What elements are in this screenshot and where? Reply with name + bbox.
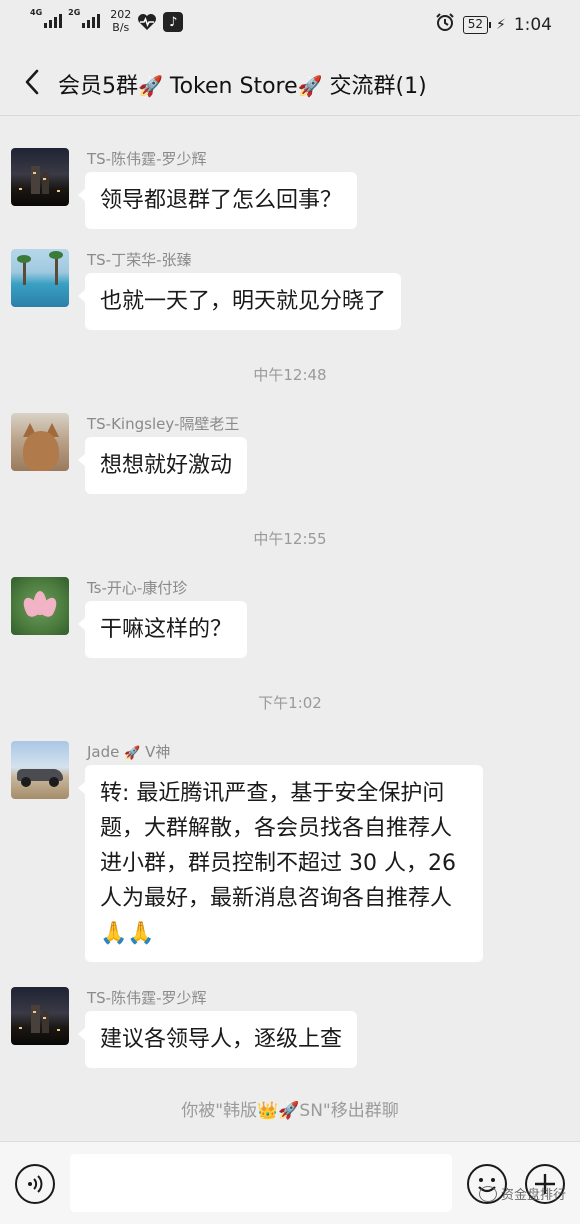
heart-pulse-icon [137,12,157,32]
avatar[interactable] [11,249,69,307]
avatar[interactable] [11,987,69,1045]
system-notice: 你被"韩版👑🚀SN"移出群聊 [181,1101,399,1121]
rocket-icon: 🚀 [124,746,141,761]
sender-name: TS-丁荣华-张臻 [87,251,192,269]
voice-icon [28,1175,43,1193]
signal-2g-icon: 2G [68,8,101,28]
chat-header: 会员5群🚀 Token Store🚀 交流群(1) [0,50,580,116]
message-bubble[interactable]: 想想就好激动 [77,437,248,494]
charging-icon: ⚡ [495,16,506,33]
rocket-icon: 🚀 [278,1101,300,1121]
message-item: TS-陈伟霆-罗少辉 领导都退群了怎么回事？ [11,148,358,229]
praying-hands-icon: 🙏🙏 [100,921,155,946]
watermark: 资金盘排行 [478,1184,566,1203]
avatar[interactable] [11,741,69,799]
sender-name: Jade 🚀 V神 [87,743,171,761]
voice-button[interactable] [15,1164,55,1204]
message-item: Ts-开心-康付珍 干嘛这样的？ [11,577,248,658]
status-right: 52 ⚡ 1:04 [435,12,552,37]
status-time: 1:04 [513,14,552,35]
rocket-icon: 🚀 [297,74,323,98]
timestamp: 下午1:02 [258,694,322,712]
message-item: Jade 🚀 V神 转: 最近腾讯严查，基于安全保护问题，大群解散，各会员找各自… [11,741,483,962]
sender-name: TS-陈伟霆-罗少辉 [87,150,207,168]
message-item: TS-丁荣华-张臻 也就一天了，明天就见分晓了 [11,249,402,330]
message-bubble[interactable]: 领导都退群了怎么回事？ [77,172,358,229]
message-item: TS-Kingsley-隔壁老王 想想就好激动 [11,413,248,494]
message-bubble[interactable]: 干嘛这样的？ [77,601,248,658]
timestamp: 中午12:55 [253,530,327,548]
timestamp: 中午12:48 [253,366,327,384]
message-bubble[interactable]: 建议各领导人，逐级上查 [77,1011,358,1068]
crown-icon: 👑 [257,1101,279,1121]
tiktok-icon: ♪ [163,12,184,32]
rocket-icon: 🚀 [138,74,163,98]
sender-name: TS-陈伟霆-罗少辉 [87,989,207,1007]
chevron-left-icon [25,69,39,95]
sender-name: TS-Kingsley-隔壁老王 [87,415,240,433]
status-left: 4G 2G 202 B/s ♪ [30,8,184,34]
message-input[interactable] [70,1154,452,1212]
avatar[interactable] [11,413,69,471]
input-bar [0,1141,580,1224]
network-speed: 202 B/s [110,8,132,34]
signal-4g-icon: 4G [30,8,63,28]
sender-name: Ts-开心-康付珍 [87,579,188,597]
status-bar: 4G 2G 202 B/s ♪ 52 ⚡ 1:04 [0,0,580,50]
chat-title: 会员5群🚀 Token Store🚀 交流群(1) [58,74,427,99]
battery-icon: 52 [462,15,492,34]
back-button[interactable] [14,64,50,100]
avatar[interactable] [11,148,69,206]
message-bubble[interactable]: 也就一天了，明天就见分晓了 [77,273,402,330]
message-item: TS-陈伟霆-罗少辉 建议各领导人，逐级上查 [11,987,358,1068]
wechat-icon [478,1185,497,1202]
alarm-icon [435,12,455,37]
message-bubble[interactable]: 转: 最近腾讯严查，基于安全保护问题，大群解散，各会员找各自推荐人进小群，群员控… [78,765,483,962]
avatar[interactable] [11,577,69,635]
